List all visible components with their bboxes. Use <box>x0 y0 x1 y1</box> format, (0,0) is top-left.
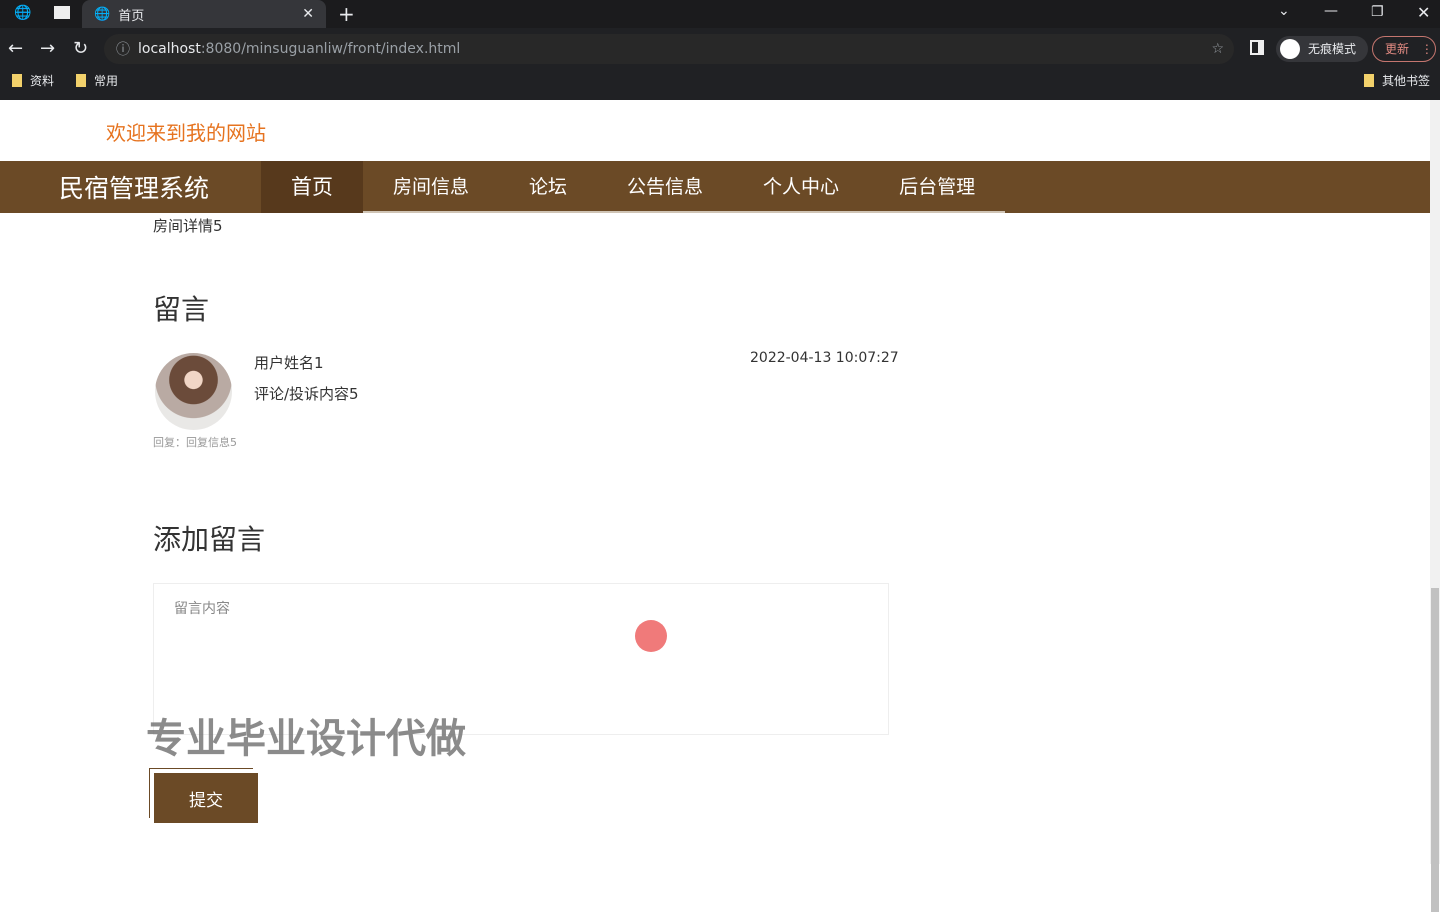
url-host: localhost <box>138 41 201 57</box>
add-comment-heading: 添加留言 <box>153 523 266 556</box>
room-detail-text: 房间详情5 <box>153 217 223 235</box>
main-nav: 民宿管理系统 首页 房间信息 论坛 公告信息 个人中心 后台管理 <box>0 161 1430 213</box>
new-tab-icon[interactable]: + <box>338 2 355 26</box>
comment-user: 用户姓名1 <box>254 354 324 372</box>
brand-title: 民宿管理系统 <box>59 174 210 203</box>
bookmark-label: 常用 <box>94 74 119 88</box>
address-bar[interactable]: ⓘ localhost:8080/minsuguanliw/front/inde… <box>104 34 1234 64</box>
comment-reply: 回复：回复信息5 <box>153 436 237 449</box>
browser-tab[interactable]: 🌐 首页 ✕ <box>82 0 326 28</box>
nav-admin[interactable]: 后台管理 <box>869 161 1006 213</box>
globe-icon: 🌐 <box>94 6 111 22</box>
url-path: :8080/minsuguanliw/front/index.html <box>200 41 461 57</box>
menu-icon: ⋮ <box>1420 42 1433 56</box>
info-icon: ⓘ <box>116 42 130 58</box>
tab-bar: 🌐 🌐 首页 ✕ + ⌄ — ❐ ✕ <box>0 0 1440 28</box>
bookmark-2[interactable]: 常用 <box>76 72 118 89</box>
nav-profile[interactable]: 个人中心 <box>733 161 870 213</box>
comment-content: 评论/投诉内容5 <box>254 385 359 403</box>
folder-icon <box>1364 74 1374 87</box>
nav-forum[interactable]: 论坛 <box>499 161 598 213</box>
tab-title: 首页 <box>118 8 145 24</box>
nav-rooms[interactable]: 房间信息 <box>363 161 500 213</box>
update-label: 更新 <box>1385 42 1410 56</box>
incognito-label: 无痕模式 <box>1308 42 1357 56</box>
update-button[interactable]: 更新 ⋮ <box>1372 36 1436 62</box>
scrollbar-thumb[interactable] <box>1431 588 1439 912</box>
star-icon[interactable]: ☆ <box>1211 41 1224 57</box>
globe-icon: 🌐 <box>14 5 32 21</box>
close-tab-icon[interactable]: ✕ <box>302 6 314 22</box>
close-window-icon[interactable]: ✕ <box>1417 3 1430 22</box>
bookmark-label: 其他书签 <box>1382 74 1431 88</box>
folder-icon <box>76 74 86 87</box>
nav-notices[interactable]: 公告信息 <box>597 161 734 213</box>
comments-heading: 留言 <box>153 293 210 326</box>
submit-button[interactable]: 提交 <box>154 773 258 823</box>
back-icon[interactable]: ← <box>8 38 23 59</box>
watermark: 专业毕业设计代做 <box>146 716 466 762</box>
nav-home[interactable]: 首页 <box>261 161 363 213</box>
incognito-badge[interactable]: 无痕模式 <box>1276 36 1369 62</box>
reload-icon[interactable]: ↻ <box>73 38 88 59</box>
comment-time: 2022-04-13 10:07:27 <box>750 350 899 366</box>
avatar <box>155 353 232 430</box>
cursor-indicator <box>635 620 667 652</box>
bookmark-label: 资料 <box>30 74 55 88</box>
tab-group-icon[interactable] <box>54 6 70 19</box>
other-bookmarks[interactable]: 其他书签 <box>1364 72 1430 89</box>
bookmark-1[interactable]: 资料 <box>12 72 54 89</box>
folder-icon <box>12 74 22 87</box>
welcome-text: 欢迎来到我的网站 <box>106 121 266 145</box>
restore-icon[interactable]: ❐ <box>1371 4 1384 20</box>
browser-chrome: 🌐 🌐 首页 ✕ + ⌄ — ❐ ✕ ← → ↻ ⓘ localhost:808… <box>0 0 1440 100</box>
scrollbar[interactable] <box>1430 100 1440 912</box>
chevron-down-icon[interactable]: ⌄ <box>1278 3 1290 19</box>
minimize-icon[interactable]: — <box>1324 3 1338 19</box>
forward-icon[interactable]: → <box>40 38 55 59</box>
side-panel-icon[interactable] <box>1250 40 1264 55</box>
